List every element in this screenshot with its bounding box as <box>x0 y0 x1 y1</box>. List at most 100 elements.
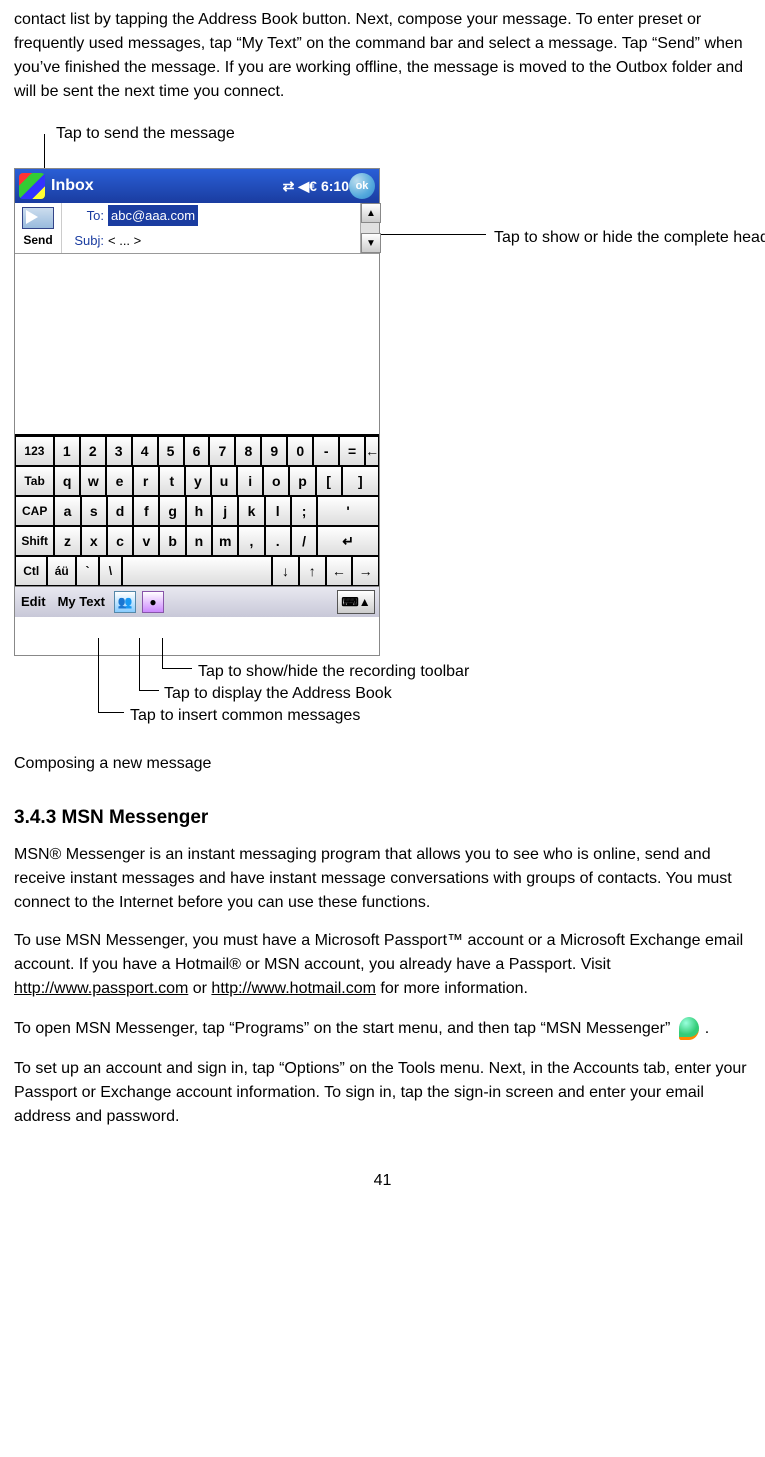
send-button[interactable]: Send <box>15 203 62 253</box>
key[interactable]: Ctl <box>15 556 47 586</box>
line-mytext-v <box>98 638 99 712</box>
key[interactable]: ; <box>291 496 317 526</box>
key[interactable]: Tab <box>15 466 54 496</box>
status-icons: ⇄ ◀€ 6:10 <box>283 176 349 197</box>
key[interactable]: i <box>237 466 263 496</box>
ok-button[interactable]: ok <box>349 173 375 199</box>
key[interactable]: Shift <box>15 526 54 556</box>
key[interactable]: ] <box>342 466 379 496</box>
key[interactable]: x <box>81 526 107 556</box>
key[interactable]: z <box>54 526 80 556</box>
clock-text: 6:10 <box>321 176 349 197</box>
key[interactable]: b <box>159 526 185 556</box>
figure-caption: Composing a new message <box>14 752 751 776</box>
key[interactable]: n <box>186 526 212 556</box>
key[interactable]: CAP <box>15 496 54 526</box>
key[interactable]: - <box>313 436 339 466</box>
page-number: 41 <box>14 1169 751 1193</box>
key[interactable]: ↵ <box>317 526 379 556</box>
message-body[interactable] <box>15 254 379 434</box>
key[interactable]: a <box>54 496 80 526</box>
edit-menu[interactable]: Edit <box>15 592 52 612</box>
scroll-down-icon[interactable]: ▼ <box>361 233 381 253</box>
device-screenshot: Inbox ⇄ ◀€ 6:10 ok Send To: abc@aaa.com … <box>14 168 380 656</box>
key[interactable]: / <box>291 526 317 556</box>
msn-para-4: To set up an account and sign in, tap “O… <box>14 1057 751 1129</box>
speaker-icon[interactable]: ◀€ <box>298 176 317 197</box>
key[interactable]: v <box>133 526 159 556</box>
key[interactable]: . <box>265 526 291 556</box>
key[interactable]: ' <box>317 496 379 526</box>
key[interactable]: h <box>186 496 212 526</box>
key[interactable]: l <box>265 496 291 526</box>
address-book-icon[interactable]: 👥 <box>114 591 136 613</box>
key[interactable]: w <box>80 466 106 496</box>
key[interactable]: 1 <box>54 436 80 466</box>
key-arrow[interactable]: → <box>352 556 379 586</box>
connectivity-icon: ⇄ <box>283 176 295 197</box>
key[interactable]: 6 <box>184 436 210 466</box>
key[interactable]: e <box>106 466 132 496</box>
link-passport[interactable]: http://www.passport.com <box>14 980 188 997</box>
key[interactable]: 9 <box>261 436 287 466</box>
titlebar: Inbox ⇄ ◀€ 6:10 ok <box>15 169 379 203</box>
key[interactable]: c <box>107 526 133 556</box>
key[interactable]: t <box>159 466 185 496</box>
subj-label: Subj: <box>62 231 108 251</box>
key[interactable]: s <box>81 496 107 526</box>
key[interactable]: , <box>238 526 264 556</box>
key[interactable]: 7 <box>209 436 235 466</box>
key[interactable]: d <box>107 496 133 526</box>
key-arrow[interactable]: ↑ <box>299 556 326 586</box>
key[interactable]: 8 <box>235 436 261 466</box>
key[interactable]: 2 <box>80 436 106 466</box>
recording-toolbar-icon[interactable]: ● <box>142 591 164 613</box>
key[interactable]: r <box>133 466 159 496</box>
key[interactable]: 3 <box>106 436 132 466</box>
key[interactable]: áü <box>47 556 76 586</box>
key[interactable]: = <box>339 436 365 466</box>
to-field-row[interactable]: To: abc@aaa.com <box>62 203 360 228</box>
key[interactable]: [ <box>316 466 342 496</box>
scroll-up-icon[interactable]: ▲ <box>361 203 381 223</box>
subj-field-row[interactable]: Subj: < ... > <box>62 228 360 253</box>
send-icon <box>22 207 54 229</box>
key[interactable]: ` <box>76 556 99 586</box>
my-text-menu[interactable]: My Text <box>52 592 111 612</box>
key[interactable]: p <box>289 466 315 496</box>
p2b: or <box>188 980 211 997</box>
line-rec-h <box>162 668 192 669</box>
key[interactable]: 0 <box>287 436 313 466</box>
key[interactable]: q <box>54 466 80 496</box>
on-screen-keyboard[interactable]: 1231234567890-=← Tabqwertyuiop[] CAPasdf… <box>15 434 379 586</box>
key[interactable]: u <box>211 466 237 496</box>
key[interactable]: ← <box>365 436 379 466</box>
key[interactable]: 4 <box>132 436 158 466</box>
section-heading: 3.4.3 MSN Messenger <box>14 804 751 833</box>
key[interactable]: j <box>212 496 238 526</box>
key-arrow[interactable]: ← <box>326 556 353 586</box>
msn-para-3: To open MSN Messenger, tap “Programs” on… <box>14 1015 751 1043</box>
line-addr-h <box>139 690 159 691</box>
key[interactable]: y <box>185 466 211 496</box>
p3b: . <box>705 1020 709 1037</box>
key[interactable]: \ <box>99 556 122 586</box>
msn-para-1: MSN® Messenger is an instant messaging p… <box>14 843 751 915</box>
link-hotmail[interactable]: http://www.hotmail.com <box>211 980 376 997</box>
callout-recording: Tap to show/hide the recording toolbar <box>198 660 469 684</box>
key[interactable]: o <box>263 466 289 496</box>
key[interactable]: k <box>238 496 264 526</box>
key-arrow[interactable]: ↓ <box>272 556 299 586</box>
start-menu-icon[interactable] <box>19 173 45 199</box>
key[interactable]: f <box>133 496 159 526</box>
callout-header-line <box>376 234 486 235</box>
key[interactable]: 5 <box>158 436 184 466</box>
header-scrollbar[interactable]: ▲ ▼ <box>360 203 379 253</box>
subj-value: < ... > <box>108 231 141 251</box>
key[interactable]: 123 <box>15 436 54 466</box>
figure-block: Tap to send the message Tap to show or h… <box>14 122 751 722</box>
keyboard-toggle-icon[interactable]: ⌨▲ <box>337 590 375 614</box>
key[interactable]: m <box>212 526 238 556</box>
key[interactable]: g <box>159 496 185 526</box>
key-space[interactable] <box>122 556 272 586</box>
